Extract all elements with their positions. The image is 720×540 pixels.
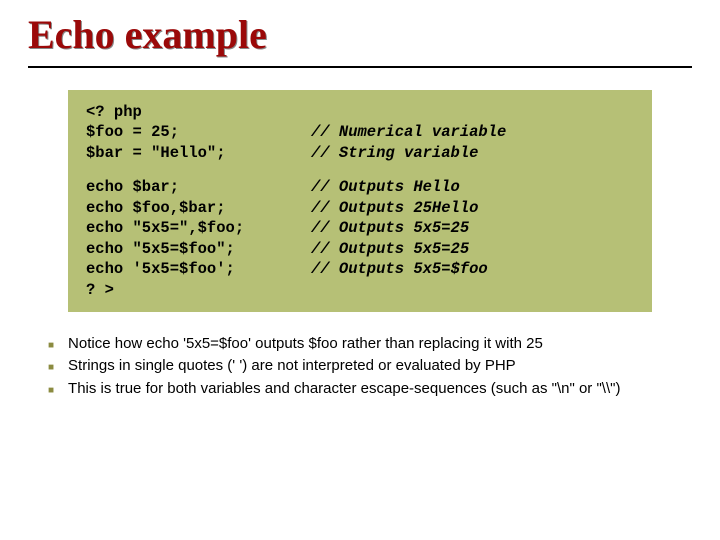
- title-underline: Echo example: [28, 14, 692, 68]
- code-l9a: ? >: [86, 281, 114, 299]
- code-l5b: // Outputs 25Hello: [311, 199, 478, 217]
- slide-title: Echo example: [28, 14, 692, 56]
- list-item: ■ This is true for both variables and ch…: [48, 379, 672, 399]
- code-l1a: <? php: [86, 103, 142, 121]
- code-l2b: // Numerical variable: [311, 123, 506, 141]
- note-2: Strings in single quotes (' ') are not i…: [68, 356, 672, 376]
- list-item: ■ Notice how echo '5x5=$foo' outputs $fo…: [48, 334, 672, 354]
- code-l7b: // Outputs 5x5=25: [311, 240, 469, 258]
- slide: Echo example <? php $foo = 25;// Numeric…: [0, 0, 720, 540]
- notes-list: ■ Notice how echo '5x5=$foo' outputs $fo…: [48, 334, 672, 399]
- code-l6b: // Outputs 5x5=25: [311, 219, 469, 237]
- code-l3b: // String variable: [311, 144, 478, 162]
- code-l8b: // Outputs 5x5=$foo: [311, 260, 488, 278]
- code-l4a: echo $bar;: [86, 177, 311, 197]
- code-box: <? php $foo = 25;// Numerical variable $…: [68, 90, 652, 312]
- code-l3a: $bar = "Hello";: [86, 143, 311, 163]
- list-item: ■ Strings in single quotes (' ') are not…: [48, 356, 672, 376]
- bullet-icon: ■: [48, 361, 54, 375]
- code-l7a: echo "5x5=$foo";: [86, 239, 311, 259]
- note-1: Notice how echo '5x5=$foo' outputs $foo …: [68, 334, 672, 354]
- bullet-icon: ■: [48, 384, 54, 398]
- code-l5a: echo $foo,$bar;: [86, 198, 311, 218]
- code-l8a: echo '5x5=$foo';: [86, 259, 311, 279]
- code-l6a: echo "5x5=",$foo;: [86, 218, 311, 238]
- note-3: This is true for both variables and char…: [68, 379, 672, 399]
- code-block: <? php $foo = 25;// Numerical variable $…: [84, 102, 636, 300]
- bullet-icon: ■: [48, 339, 54, 353]
- code-l4b: // Outputs Hello: [311, 178, 460, 196]
- code-l2a: $foo = 25;: [86, 122, 311, 142]
